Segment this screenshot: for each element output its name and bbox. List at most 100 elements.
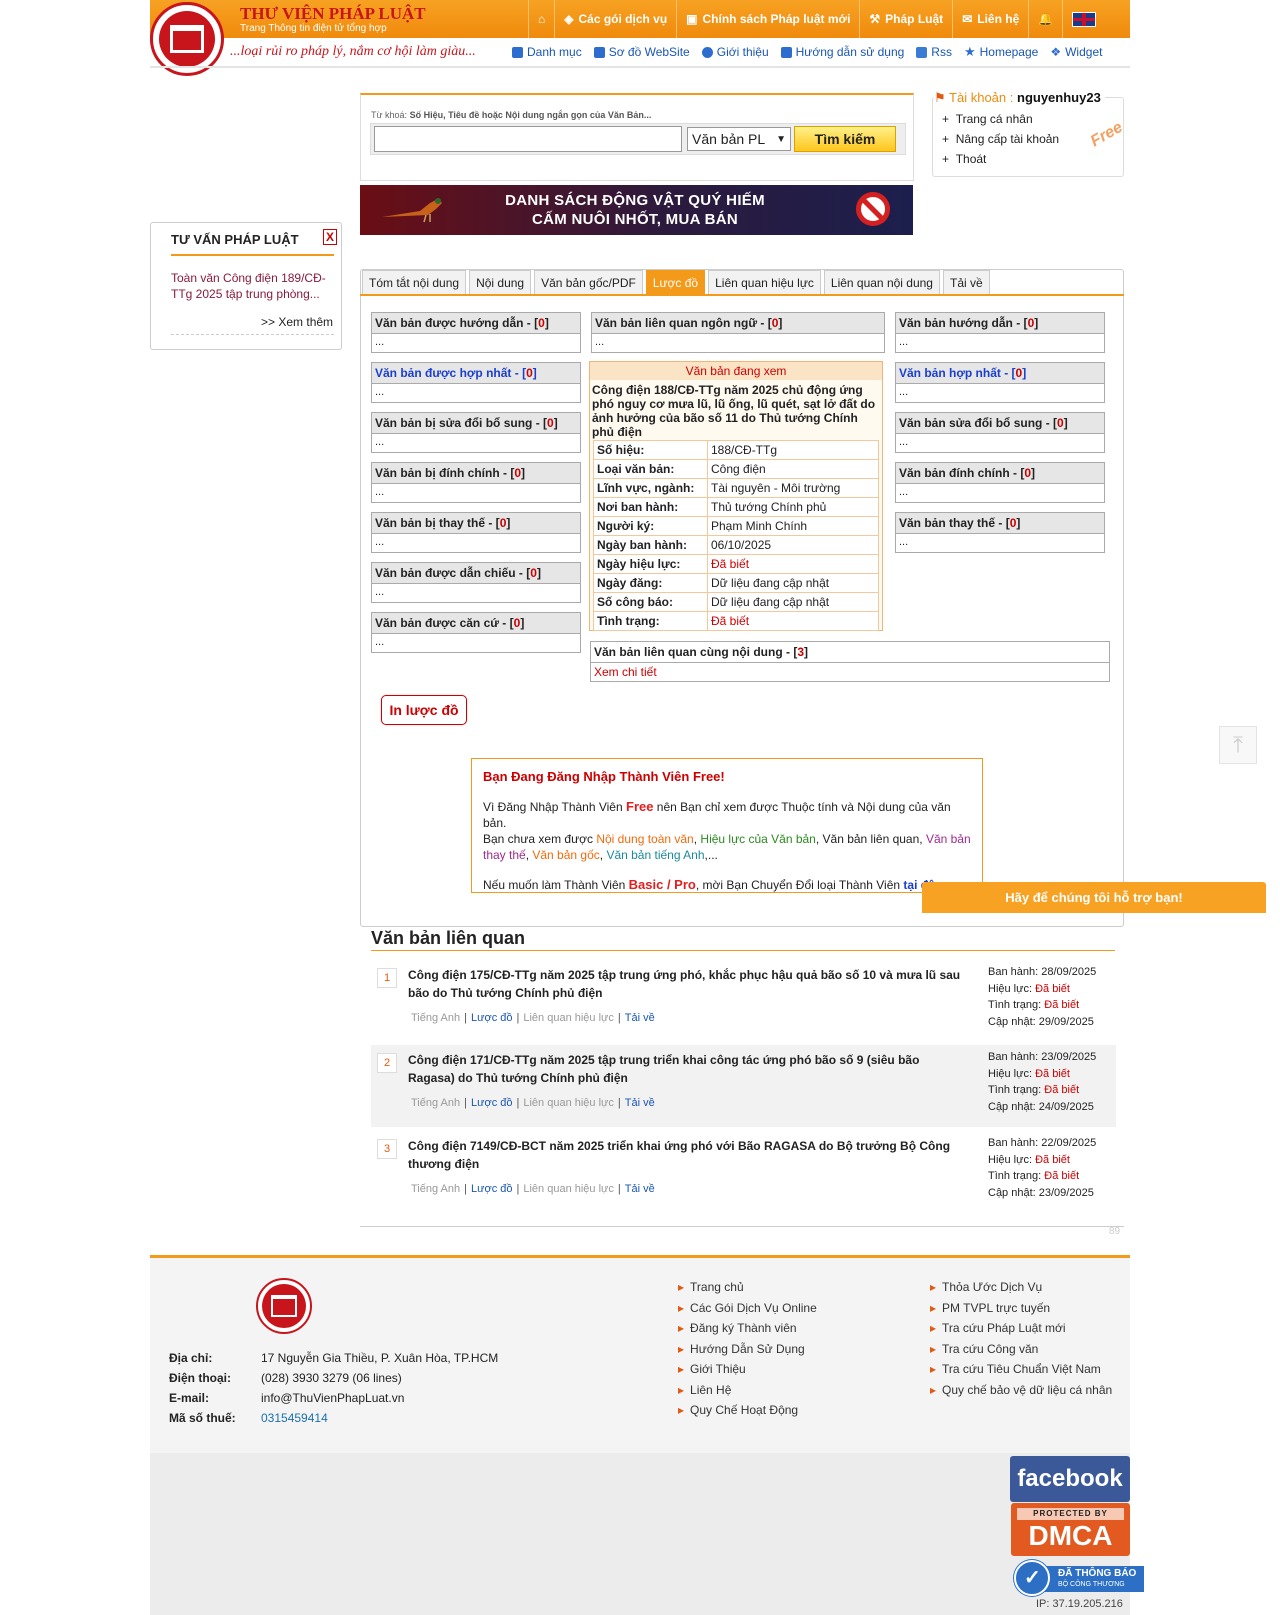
subnav-rss[interactable]: Rss xyxy=(916,44,952,60)
box-header[interactable]: Văn bản đính chính - [0] xyxy=(896,463,1104,484)
box-header[interactable]: Văn bản được căn cứ - [0] xyxy=(372,613,580,634)
dmca-badge[interactable]: PROTECTED BY DMCA xyxy=(1011,1503,1130,1556)
item-links: Tiếng Anh | Lược đồ | Liên quan hiệu lực | Tải… xyxy=(411,1012,655,1024)
property-key: Lĩnh vực, ngành: xyxy=(593,478,708,498)
footer-link[interactable]: Trang chủ xyxy=(678,1280,817,1294)
link-english: Tiếng Anh xyxy=(411,1097,461,1109)
footer-link[interactable]: Các Gói Dịch Vụ Online xyxy=(678,1301,817,1315)
link-download[interactable]: Tải về xyxy=(625,1012,655,1024)
header-divider xyxy=(150,66,1130,68)
box-header[interactable]: Văn bản hợp nhất - [0] xyxy=(896,363,1104,384)
footer-link[interactable]: Tra cứu Pháp Luật mới xyxy=(930,1321,1112,1335)
scroll-top-icon[interactable]: ⤒ xyxy=(1219,726,1257,764)
subnav-guide[interactable]: Hướng dẫn sử dụng xyxy=(780,44,904,60)
account-upgrade[interactable]: + Nâng cấp tài khoản xyxy=(942,132,1059,146)
facebook-badge[interactable]: facebook xyxy=(1010,1456,1130,1502)
tab-original-pdf[interactable]: Văn bản gốc/PDF xyxy=(534,270,643,294)
property-value: 06/10/2025 xyxy=(707,535,879,555)
property-key: Người ký: xyxy=(593,516,708,536)
account-logout[interactable]: + Thoát xyxy=(942,152,1059,166)
same-content-link[interactable]: Xem chi tiết xyxy=(591,663,1109,681)
doc-type-select[interactable]: Văn bản PL ▼ xyxy=(687,127,791,151)
tab-content[interactable]: Nội dung xyxy=(469,270,532,294)
ad-banner[interactable]: DANH SÁCH ĐỘNG VẬT QUÝ HIẾM CẤM NUÔI NHỐT… xyxy=(360,185,913,235)
banner-line-1: DANH SÁCH ĐỘNG VẬT QUÝ HIẾM xyxy=(505,192,765,209)
subnav-widget[interactable]: ❖ Widget xyxy=(1050,44,1102,60)
footer-logo[interactable] xyxy=(256,1278,312,1334)
link-diagram[interactable]: Lược đồ xyxy=(471,1097,513,1109)
subnav-categories[interactable]: Danh mục xyxy=(512,44,582,60)
footer-link[interactable]: Tra cứu Tiêu Chuẩn Việt Nam xyxy=(930,1362,1112,1376)
footer-link[interactable]: Giới Thiệu xyxy=(678,1362,817,1376)
box-language-docs: Văn bản liên quan ngôn ngữ - [0]... xyxy=(591,312,885,353)
link-english: Tiếng Anh xyxy=(411,1183,461,1195)
doc-tabs: Tóm tắt nội dung Nội dung Văn bản gốc/PD… xyxy=(362,270,990,294)
box-header[interactable]: Văn bản thay thế - [0] xyxy=(896,513,1104,534)
footer-link[interactable]: Quy Chế Hoạt Động xyxy=(678,1403,817,1417)
advice-more-link[interactable]: >> Xem thêm xyxy=(261,315,333,329)
topnav-law[interactable]: ⚒ Pháp Luật xyxy=(859,0,952,38)
tax-value[interactable]: 0315459414 xyxy=(261,1408,328,1428)
footer-link[interactable]: Quy chế bảo vệ dữ liệu cá nhân xyxy=(930,1383,1112,1397)
tab-diagram[interactable]: Lược đồ xyxy=(645,270,706,294)
home-icon[interactable]: ⌂ xyxy=(528,0,554,38)
support-chat-bar[interactable]: Hãy để chúng tôi hỗ trợ bạn! xyxy=(922,882,1266,913)
advice-title: TƯ VẤN PHÁP LUẬT xyxy=(171,232,299,247)
tab-download[interactable]: Tải về xyxy=(942,270,990,294)
footer-link[interactable]: Tra cứu Công văn xyxy=(930,1342,1112,1356)
subnav-about[interactable]: Giới thiệu xyxy=(701,44,769,60)
search-button[interactable]: Tìm kiếm xyxy=(794,126,896,152)
box-header[interactable]: Văn bản sửa đổi bổ sung - [0] xyxy=(896,413,1104,434)
box-amended-docs: Văn bản bị sửa đổi bổ sung - [0]... xyxy=(371,412,581,453)
link-diagram[interactable]: Lược đồ xyxy=(471,1183,513,1195)
box-header[interactable]: Văn bản được hợp nhất - [0] xyxy=(372,363,580,384)
item-title-link[interactable]: Công điện 7149/CĐ-BCT năm 2025 triển kha… xyxy=(408,1137,963,1173)
box-header[interactable]: Văn bản bị đính chính - [0] xyxy=(372,463,580,484)
footer-link[interactable]: PM TVPL trực tuyến xyxy=(930,1301,1112,1315)
tab-summary[interactable]: Tóm tắt nội dung xyxy=(362,270,467,294)
star-icon: ★ xyxy=(963,44,976,59)
chevron-down-icon: ▼ xyxy=(776,133,786,145)
uk-flag-icon[interactable] xyxy=(1062,0,1105,38)
brand-name[interactable]: THƯ VIỆN PHÁP LUẬT xyxy=(240,4,426,24)
link-diagram[interactable]: Lược đồ xyxy=(471,1012,513,1024)
tax-label: Mã số thuế: xyxy=(169,1411,236,1425)
property-value: Đã biết xyxy=(707,554,879,574)
search-input[interactable] xyxy=(374,126,682,152)
tab-related-content[interactable]: Liên quan nội dung xyxy=(823,270,940,294)
advice-close-button[interactable]: X xyxy=(323,229,337,245)
box-header[interactable]: Văn bản liên quan ngôn ngữ - [0] xyxy=(592,313,884,334)
link-download[interactable]: Tải về xyxy=(625,1183,655,1195)
phone-label: Điện thoại: xyxy=(169,1371,231,1385)
box-header[interactable]: Văn bản được hướng dẫn - [0] xyxy=(372,313,580,334)
footer-link[interactable]: Thỏa Ước Dịch Vụ xyxy=(930,1280,1112,1294)
tab-related-effect[interactable]: Liên quan hiệu lực xyxy=(708,270,821,294)
subnav-homepage[interactable]: ★ Homepage xyxy=(964,44,1038,60)
box-header[interactable]: Văn bản bị thay thế - [0] xyxy=(372,513,580,534)
moit-badge[interactable]: ĐÃ THÔNG BÁO BỘ CÔNG THƯƠNG xyxy=(1014,1560,1144,1596)
print-diagram-button[interactable]: In lược đồ xyxy=(381,695,467,725)
bell-icon[interactable]: 🔔 xyxy=(1028,0,1062,38)
box-header[interactable]: Văn bản được dẫn chiếu - [0] xyxy=(372,563,580,584)
item-title-link[interactable]: Công điện 175/CĐ-TTg năm 2025 tập trung … xyxy=(408,966,963,1002)
footer-link[interactable]: Hướng Dẫn Sử Dụng xyxy=(678,1342,817,1356)
box-referenced-docs: Văn bản được dẫn chiếu - [0]... xyxy=(371,562,581,603)
box-header[interactable]: Văn bản hướng dẫn - [0] xyxy=(896,313,1104,334)
email-value[interactable]: info@ThuVienPhapLuat.vn xyxy=(261,1388,404,1408)
footer-link[interactable]: Liên Hệ xyxy=(678,1383,817,1397)
account-profile[interactable]: + Trang cá nhân xyxy=(942,112,1059,126)
site-logo[interactable] xyxy=(150,2,224,76)
sitemap-icon xyxy=(593,46,605,58)
subnav-sitemap[interactable]: Sơ đồ WebSite xyxy=(593,44,690,60)
topnav-services[interactable]: ◈ Các gói dịch vụ xyxy=(554,0,676,38)
same-content-header[interactable]: Văn bản liên quan cùng nội dung - [3] xyxy=(591,642,1109,663)
box-header[interactable]: Văn bản bị sửa đổi bổ sung - [0] xyxy=(372,413,580,434)
item-number: 2 xyxy=(377,1053,397,1073)
advice-link[interactable]: Toàn văn Công điện 189/CĐ-TTg 2025 tập t… xyxy=(171,270,336,302)
link-download[interactable]: Tải về xyxy=(625,1097,655,1109)
topnav-contact[interactable]: ✉ Liên hệ xyxy=(952,0,1028,38)
free-member-notice: Bạn Đang Đăng Nhập Thành Viên Free! Vì Đ… xyxy=(471,758,983,893)
item-title-link[interactable]: Công điện 171/CĐ-TTg năm 2025 tập trung … xyxy=(408,1051,963,1087)
topnav-new-policy[interactable]: ▣ Chính sách Pháp luật mới xyxy=(676,0,859,38)
footer-link[interactable]: Đăng ký Thành viên xyxy=(678,1321,817,1335)
